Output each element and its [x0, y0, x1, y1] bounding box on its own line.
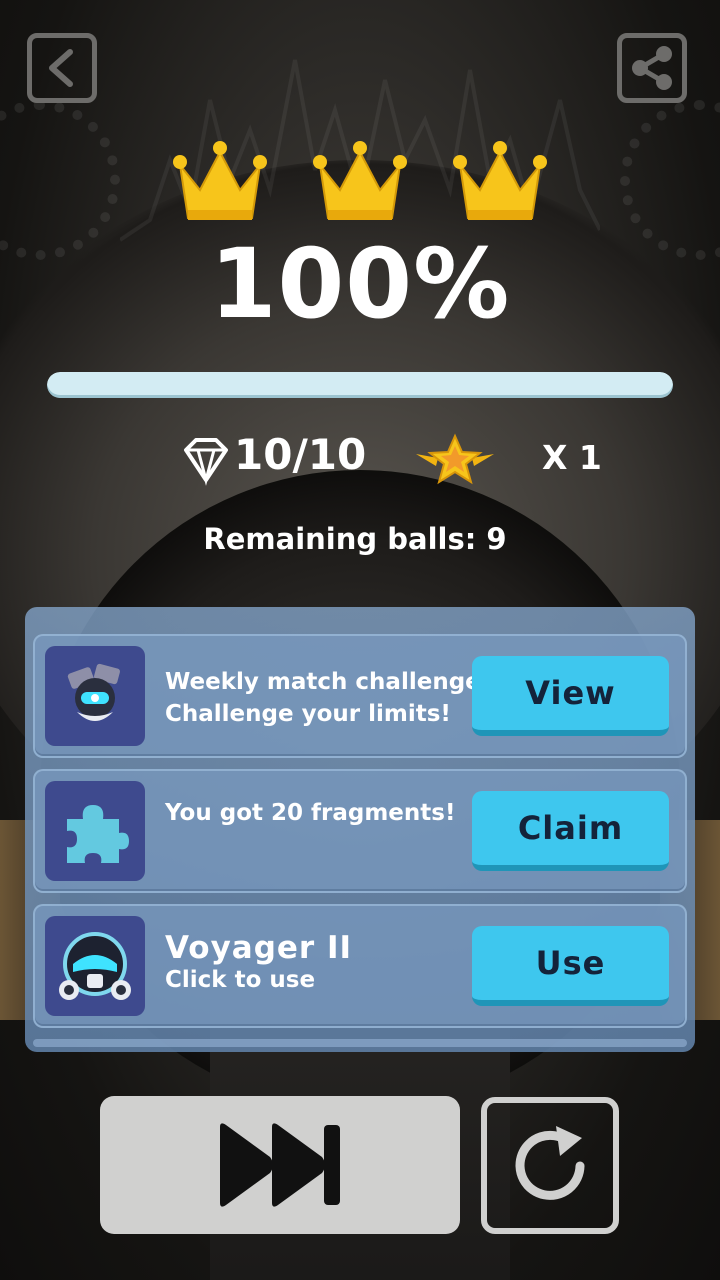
skip-button[interactable]: [100, 1096, 460, 1234]
skin-hint: Click to use: [165, 967, 316, 993]
view-button[interactable]: View: [472, 656, 669, 736]
voyager-helmet-icon: [45, 916, 145, 1016]
share-button[interactable]: [617, 33, 687, 103]
reward-text: Weekly match challenge Challenge your li…: [165, 666, 481, 730]
reward-row-fragments: You got 20 fragments! Claim: [33, 769, 687, 893]
skin-name: Voyager II: [165, 930, 353, 966]
reward-subtitle: Challenge your limits!: [165, 701, 451, 727]
rewards-panel: Weekly match challenge Challenge your li…: [25, 607, 695, 1052]
crown-icon: [173, 141, 267, 220]
winged-star-icon: [416, 433, 494, 485]
diamond-icon: [184, 438, 228, 486]
crown-icon: [313, 141, 407, 220]
progress-fill: [47, 372, 673, 398]
claim-button[interactable]: Claim: [472, 791, 669, 871]
crown-icon: [453, 141, 547, 220]
robot-character-icon: [45, 646, 145, 746]
gem-count: 10/10: [234, 430, 367, 479]
back-icon: [49, 49, 73, 87]
completion-percent: 100%: [209, 228, 511, 340]
reward-text: You got 20 fragments!: [165, 797, 475, 829]
crown-rating: [0, 130, 720, 230]
replay-button[interactable]: [481, 1097, 619, 1234]
puzzle-piece-icon: [45, 781, 145, 881]
replay-icon: [515, 1125, 585, 1200]
use-button[interactable]: Use: [472, 926, 669, 1006]
reward-title: Weekly match challenge: [165, 669, 481, 695]
panel-scroll-edge: [33, 1039, 687, 1047]
reward-row-weekly-challenge: Weekly match challenge Challenge your li…: [33, 634, 687, 758]
fast-forward-icon: [220, 1123, 340, 1207]
share-icon: [632, 46, 672, 90]
reward-title: You got 20 fragments!: [165, 800, 456, 826]
stats-row: 10/10 X 1: [0, 428, 720, 488]
reward-row-voyager: Voyager II Click to use Use: [33, 904, 687, 1028]
star-multiplier: X 1: [542, 438, 602, 477]
remaining-balls: Remaining balls: 9: [203, 522, 507, 556]
reward-text: Voyager II Click to use: [165, 930, 475, 994]
back-button[interactable]: [27, 33, 97, 103]
completion-progress-bar: [47, 372, 673, 398]
